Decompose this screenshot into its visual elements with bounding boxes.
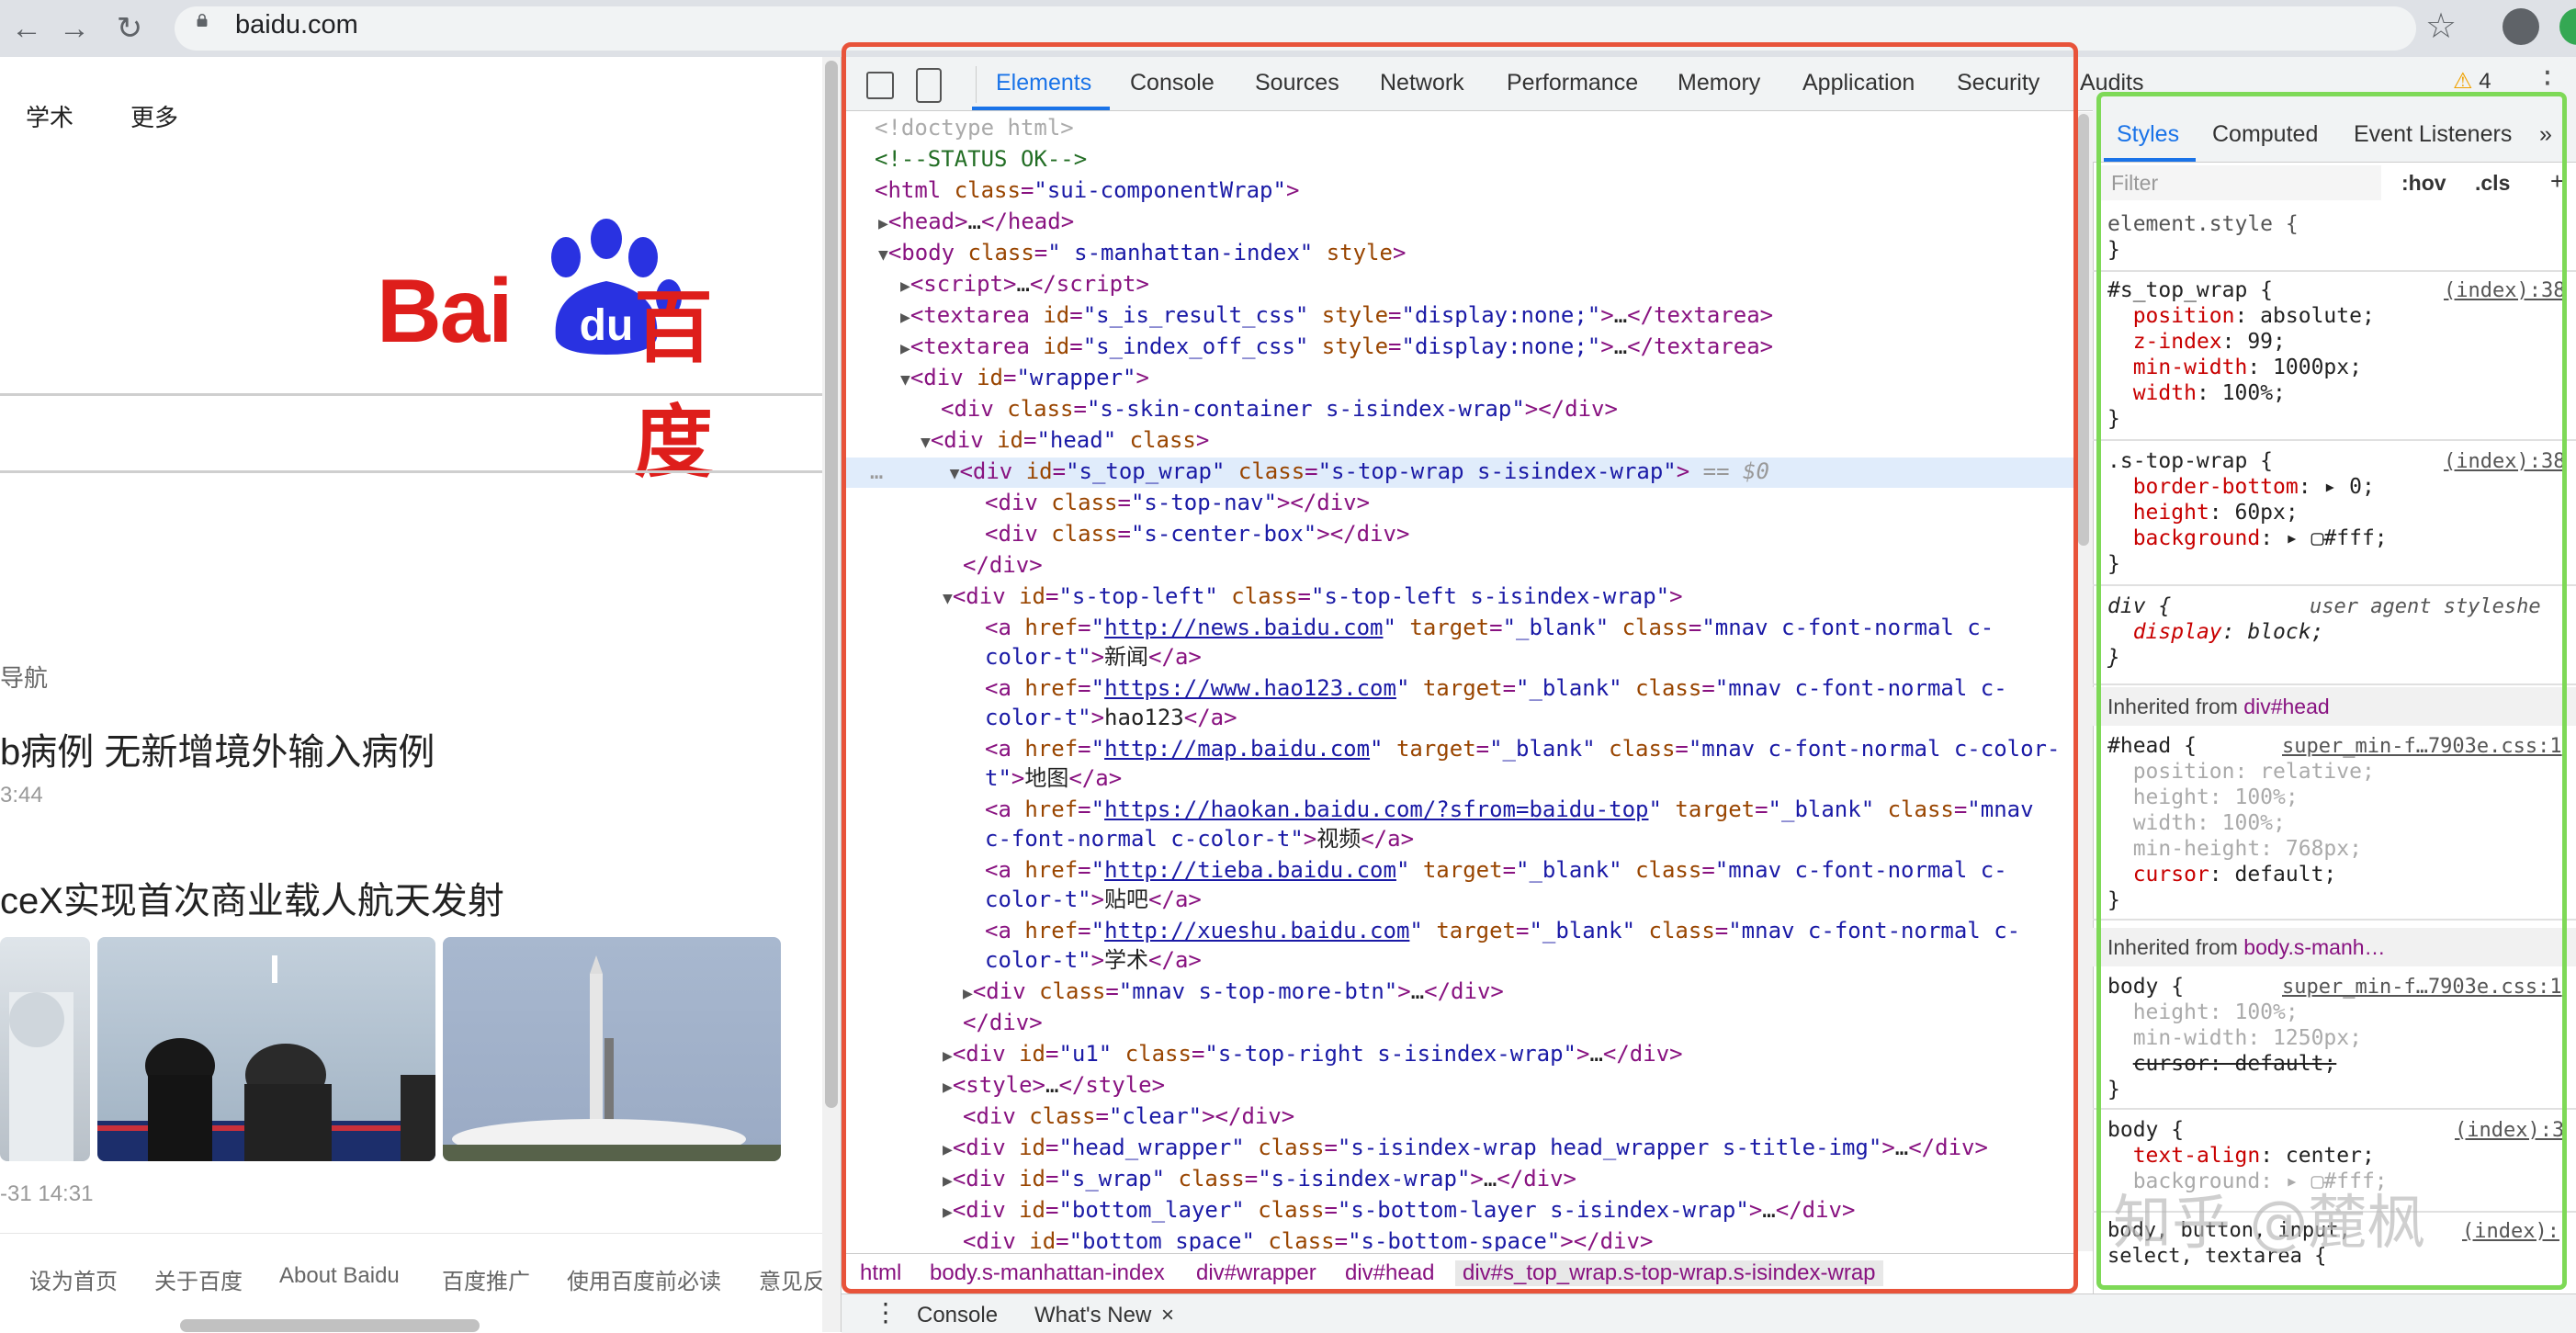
page-scrollbar[interactable] <box>825 61 838 1108</box>
news-photo-1[interactable] <box>0 937 90 1161</box>
logo-latin: Bai <box>377 260 514 361</box>
divider <box>0 470 823 473</box>
warnings-badge[interactable]: ⚠ 4 <box>2453 68 2491 95</box>
nav-label: 导航 <box>0 664 49 692</box>
drawer-tab-console[interactable]: Console <box>917 1303 998 1328</box>
news-photo-3[interactable] <box>443 937 781 1161</box>
footer-link-promote[interactable]: 百度推广 <box>442 1263 530 1295</box>
watermark: 知乎 @麓枫 <box>2113 1190 2426 1258</box>
top-nav-more[interactable]: 更多 <box>130 99 178 133</box>
url-text: baidu.com <box>235 10 358 40</box>
horizontal-scrollbar[interactable] <box>180 1319 480 1332</box>
footer-link-feedback[interactable]: 意见反 <box>759 1263 825 1295</box>
drawer-tab-whats-new[interactable]: What's New <box>1034 1303 1151 1328</box>
reload-icon[interactable]: ↻ <box>110 9 149 48</box>
news-time-2: -31 14:31 <box>0 1181 94 1206</box>
footer-link-terms[interactable]: 使用百度前必读 <box>567 1263 721 1295</box>
lock-icon <box>197 14 208 27</box>
dom-scrollbar[interactable] <box>2078 114 2089 546</box>
back-arrow-icon[interactable]: ← <box>7 9 46 48</box>
divider <box>0 393 823 396</box>
logo-du: du <box>580 301 634 350</box>
annotation-box-elements <box>842 42 2078 1293</box>
news-title-2[interactable]: ceX实现首次商业载人航天发射 <box>0 871 504 924</box>
annotation-box-styles <box>2096 92 2567 1290</box>
news-title-1[interactable]: b病例 无新增境外输入病例 <box>0 722 435 775</box>
footer-link-about[interactable]: 关于百度 <box>154 1263 243 1295</box>
drawer-close-icon[interactable]: × <box>1161 1303 1174 1328</box>
news-photo-2[interactable] <box>97 937 435 1161</box>
top-nav-xueshu[interactable]: 学术 <box>26 99 73 133</box>
profile-avatar-icon[interactable] <box>2503 8 2539 45</box>
forward-arrow-icon[interactable]: → <box>55 9 94 48</box>
footer-link-set-home[interactable]: 设为首页 <box>29 1263 118 1295</box>
news-time-1: 3:44 <box>0 783 43 808</box>
warnings-count: 4 <box>2479 69 2491 94</box>
bookmark-star-icon[interactable]: ☆ <box>2425 6 2457 47</box>
drawer-menu-icon[interactable]: ⋮ <box>873 1297 898 1327</box>
footer-divider <box>0 1233 823 1234</box>
logo-chinese: 百度 <box>634 282 713 489</box>
warning-icon: ⚠ <box>2453 69 2480 94</box>
footer-link-about-baidu[interactable]: About Baidu <box>279 1263 400 1289</box>
